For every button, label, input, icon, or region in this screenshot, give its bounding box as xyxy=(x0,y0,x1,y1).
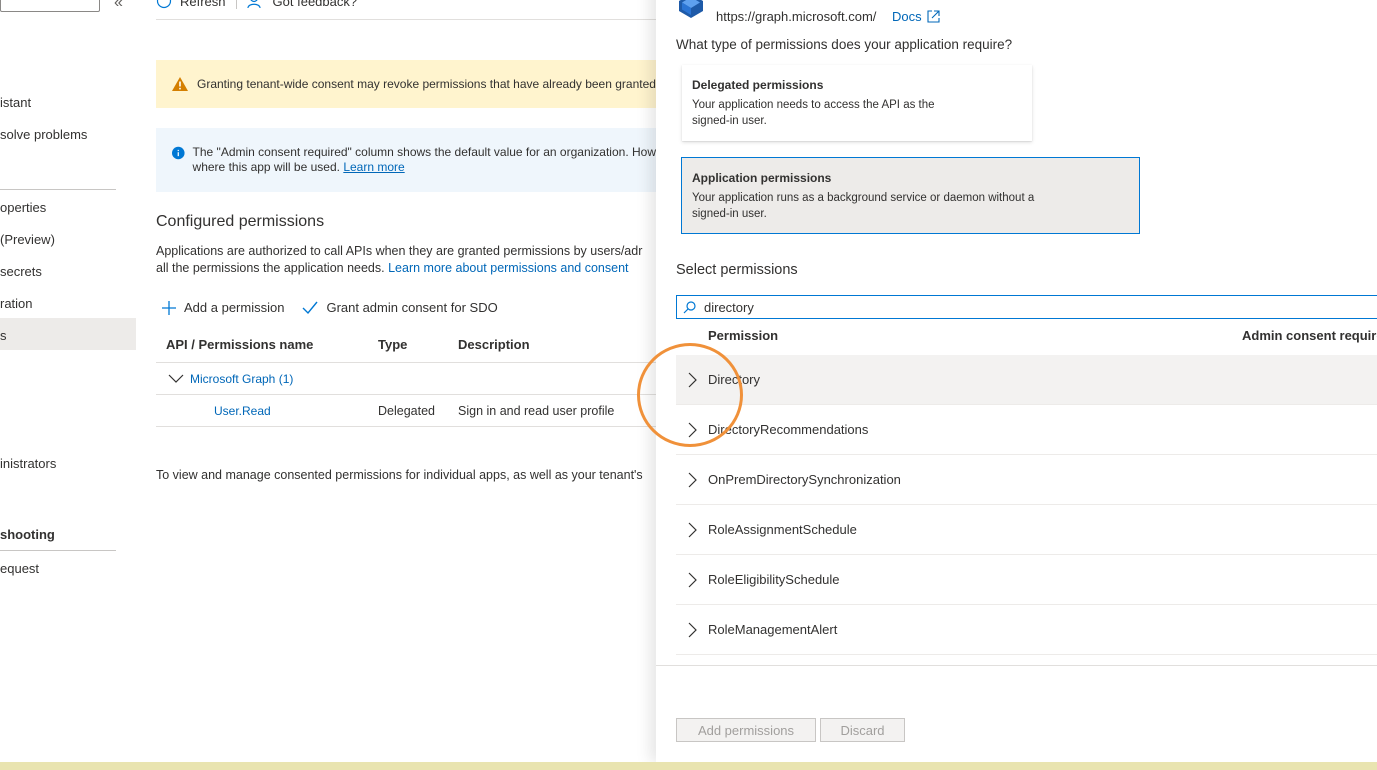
chevron-right-icon xyxy=(688,572,697,587)
nav-divider xyxy=(0,189,116,190)
column-header-admin-consent[interactable]: Admin consent require xyxy=(1242,328,1377,343)
nav-item-properties[interactable]: operties xyxy=(0,200,46,215)
nav-item-api-permissions-label: s xyxy=(0,328,7,343)
nav-item-assistant[interactable]: istant xyxy=(0,95,31,110)
external-link-icon xyxy=(927,10,940,23)
collapse-nav-icon[interactable]: « xyxy=(114,0,123,12)
application-line1: Your application runs as a background se… xyxy=(692,192,1035,204)
warning-icon xyxy=(172,77,188,91)
nav-item-administrators[interactable]: inistrators xyxy=(0,456,56,471)
checkmark-icon xyxy=(302,301,318,314)
feedback-icon xyxy=(246,0,261,9)
chevron-right-icon xyxy=(688,422,697,437)
chevron-right-icon xyxy=(688,522,697,537)
microsoft-graph-icon xyxy=(679,0,703,18)
permission-group-row[interactable]: Directory xyxy=(676,355,1377,405)
discard-button[interactable]: Discard xyxy=(820,718,905,742)
delegated-permissions-card[interactable]: Delegated permissions Your application n… xyxy=(682,65,1032,141)
warning-text: Granting tenant-wide consent may revoke … xyxy=(197,77,656,91)
column-header-description[interactable]: Description xyxy=(458,337,530,352)
application-permissions-card[interactable]: Application permissions Your application… xyxy=(681,157,1140,234)
configured-permissions-description: Applications are authorized to call APIs… xyxy=(156,243,656,277)
add-permission-label: Add a permission xyxy=(184,300,285,315)
info-learn-more-link[interactable]: Learn more xyxy=(343,160,404,174)
description-line2: all the permissions the application need… xyxy=(156,261,385,275)
grant-admin-consent-button[interactable]: Grant admin consent for SDO xyxy=(302,300,498,315)
permission-group-label: RoleManagementAlert xyxy=(708,622,838,637)
warning-banner: Granting tenant-wide consent may revoke … xyxy=(156,60,656,108)
application-title: Application permissions xyxy=(692,171,832,185)
toolbar-divider xyxy=(156,19,656,20)
refresh-icon xyxy=(156,0,172,9)
add-permissions-button[interactable]: Add permissions xyxy=(676,718,816,742)
info-text-line1: The "Admin consent required" column show… xyxy=(192,145,656,159)
permission-group-label: RoleEligibilitySchedule xyxy=(708,572,840,587)
info-icon xyxy=(172,146,185,160)
search-icon xyxy=(683,300,696,313)
application-line2: signed-in user. xyxy=(692,208,767,220)
configured-permissions-title: Configured permissions xyxy=(156,213,325,230)
permission-group-row[interactable]: OnPremDirectorySynchronization xyxy=(676,455,1377,505)
panel-footer-divider xyxy=(656,665,1377,666)
delegated-title: Delegated permissions xyxy=(692,78,824,92)
delegated-line1: Your application needs to access the API… xyxy=(692,99,935,111)
table-header-divider xyxy=(156,362,656,363)
nav-item-secrets[interactable]: secrets xyxy=(0,264,42,279)
nav-item-support-request[interactable]: equest xyxy=(0,561,39,576)
permission-search-box[interactable] xyxy=(676,295,1377,319)
permission-group-row[interactable]: RoleAssignmentSchedule xyxy=(676,505,1377,555)
permission-search-input[interactable] xyxy=(704,299,1304,315)
permission-description: Sign in and read user profile xyxy=(458,404,615,418)
feedback-button[interactable]: Got feedback? xyxy=(246,0,358,9)
delegated-line2: signed-in user. xyxy=(692,115,767,127)
info-banner: The "Admin consent required" column show… xyxy=(156,128,656,192)
api-url: https://graph.microsoft.com/ xyxy=(716,9,877,24)
learn-more-permissions-link[interactable]: Learn more about permissions and consent xyxy=(388,261,628,275)
toolbar-separator xyxy=(235,0,237,9)
nav-item-solve-problems[interactable]: solve problems xyxy=(0,127,87,142)
permission-group-row[interactable]: RoleEligibilitySchedule xyxy=(676,555,1377,605)
info-text-line2: where this app will be used. xyxy=(192,160,340,174)
permission-name-link[interactable]: User.Read xyxy=(214,404,271,418)
nav-item-preview[interactable]: (Preview) xyxy=(0,232,55,247)
refresh-button[interactable]: Refresh xyxy=(156,0,226,9)
permission-type-question: What type of permissions does your appli… xyxy=(676,37,1013,52)
permission-group-label: DirectoryRecommendations xyxy=(708,422,869,437)
permission-group-row[interactable]: RoleManagementAlert xyxy=(676,605,1377,655)
chevron-right-icon xyxy=(688,472,697,487)
column-header-permission[interactable]: Permission xyxy=(708,328,778,343)
table-row-divider xyxy=(156,426,656,427)
chevron-down-icon xyxy=(168,374,184,383)
toolbar: Refresh Got feedback? xyxy=(156,0,357,11)
permission-group-label: OnPremDirectorySynchronization xyxy=(708,472,901,487)
group-microsoft-graph[interactable]: Microsoft Graph (1) xyxy=(168,372,293,386)
select-permissions-title: Select permissions xyxy=(676,262,798,278)
permission-group-row[interactable]: DirectoryRecommendations xyxy=(676,405,1377,455)
chevron-right-icon xyxy=(688,622,697,637)
consented-permissions-note: To view and manage consented permissions… xyxy=(156,468,643,482)
chevron-right-icon xyxy=(688,372,697,387)
nav-search-input[interactable] xyxy=(0,0,100,12)
group-label: Microsoft Graph (1) xyxy=(190,372,294,386)
add-permission-button[interactable]: Add a permission xyxy=(162,300,284,315)
nav-item-api-permissions[interactable]: s xyxy=(0,318,136,350)
nav-item-configuration[interactable]: ration xyxy=(0,296,33,311)
description-line1: Applications are authorized to call APIs… xyxy=(156,244,643,258)
permission-actions: Add a permission Grant admin consent for… xyxy=(162,300,498,315)
table-row-divider xyxy=(156,394,656,395)
refresh-label: Refresh xyxy=(180,0,226,9)
permission-group-label: Directory xyxy=(708,372,761,387)
feedback-label: Got feedback? xyxy=(272,0,358,9)
taskbar xyxy=(0,762,1377,770)
nav-divider xyxy=(0,550,116,551)
nav-section-troubleshooting: shooting xyxy=(0,527,55,542)
docs-label: Docs xyxy=(892,9,922,24)
grant-admin-consent-label: Grant admin consent for SDO xyxy=(326,300,498,315)
permission-type: Delegated xyxy=(378,404,435,418)
column-header-api-name[interactable]: API / Permissions name xyxy=(166,337,313,352)
docs-link[interactable]: Docs xyxy=(892,9,940,24)
permission-group-label: RoleAssignmentSchedule xyxy=(708,522,857,537)
plus-icon xyxy=(162,300,176,315)
column-header-type[interactable]: Type xyxy=(378,337,407,352)
